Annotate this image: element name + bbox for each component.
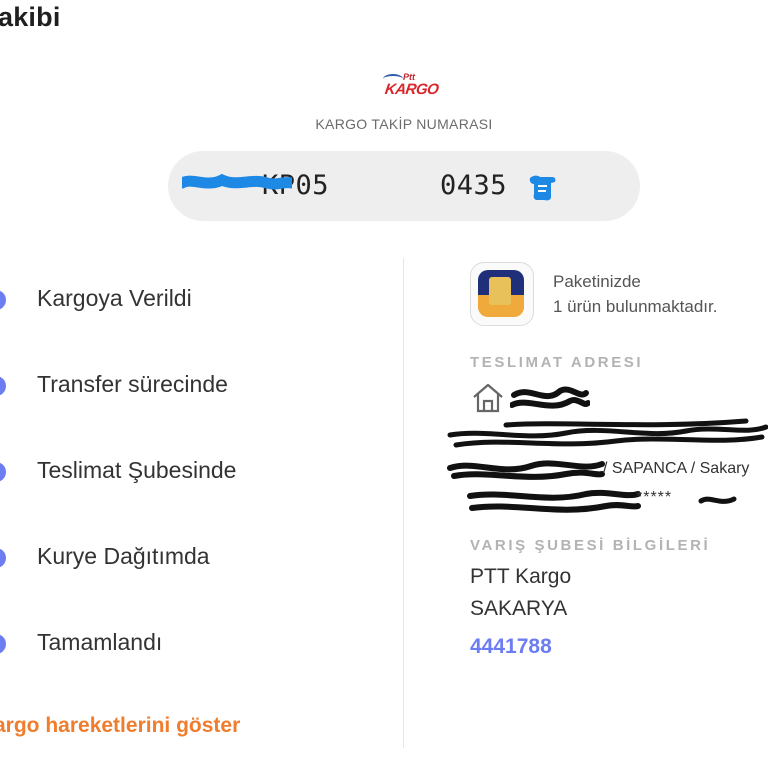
status-dot bbox=[0, 290, 6, 310]
status-step-label: Kurye Dağıtımda bbox=[37, 543, 210, 569]
tracking-number-label: KARGO TAKİP NUMARASI bbox=[315, 116, 493, 132]
redaction-mark bbox=[510, 386, 590, 409]
status-step: Kargoya Verildi bbox=[0, 278, 380, 318]
status-step: Kurye Dağıtımda bbox=[0, 536, 380, 576]
delivery-address-heading: TESLIMAT ADRESI bbox=[470, 354, 644, 371]
package-info-line2: 1 ürün bulunmaktadır. bbox=[553, 297, 718, 316]
destination-branch-heading: VARIŞ ŞUBESİ BİLGİLERİ bbox=[470, 537, 711, 554]
redaction-mark bbox=[698, 496, 737, 504]
package-info-line1: Paketinizde bbox=[553, 272, 641, 291]
status-step: Transfer sürecinde bbox=[0, 364, 380, 404]
branch-phone-link[interactable]: 4441788 bbox=[470, 635, 552, 659]
home-icon bbox=[473, 383, 503, 413]
status-step: Teslimat Şubesinde bbox=[0, 450, 380, 490]
status-step-label: Transfer sürecinde bbox=[37, 371, 228, 397]
package-thumbnail[interactable] bbox=[470, 262, 534, 326]
column-divider bbox=[403, 258, 404, 748]
redaction-mark bbox=[447, 418, 768, 448]
show-cargo-movements-link[interactable]: argo hareketlerini göster bbox=[0, 714, 240, 738]
delivery-address-masked: ***** bbox=[636, 489, 673, 506]
delivery-address-visible: / SAPANCA / Sakary bbox=[603, 460, 750, 477]
copy-icon[interactable] bbox=[524, 169, 560, 205]
status-step: Tamamlandı bbox=[0, 622, 380, 662]
thumbnail-card bbox=[489, 277, 511, 305]
tracking-number-suffix: 0435 bbox=[440, 170, 508, 201]
redaction-mark bbox=[182, 174, 292, 190]
redaction-mark bbox=[467, 489, 641, 513]
status-step-label: Kargoya Verildi bbox=[37, 285, 192, 311]
branch-name: PTT Kargo bbox=[470, 565, 572, 588]
logo-kargo-text: KARGO bbox=[383, 81, 440, 98]
status-dot bbox=[0, 376, 6, 396]
page-title: akibi bbox=[0, 2, 61, 32]
branch-city: SAKARYA bbox=[470, 597, 568, 620]
status-dot bbox=[0, 548, 6, 568]
status-step-label: Tamamlandı bbox=[37, 629, 163, 655]
package-info: Paketinizde 1 ürün bulunmaktadır. bbox=[553, 269, 717, 319]
status-step-label: Teslimat Şubesinde bbox=[37, 457, 237, 483]
status-dot bbox=[0, 634, 6, 654]
ptt-kargo-logo: Ptt KARGO bbox=[383, 72, 440, 106]
redaction-mark bbox=[447, 460, 605, 480]
status-dot bbox=[0, 462, 6, 482]
